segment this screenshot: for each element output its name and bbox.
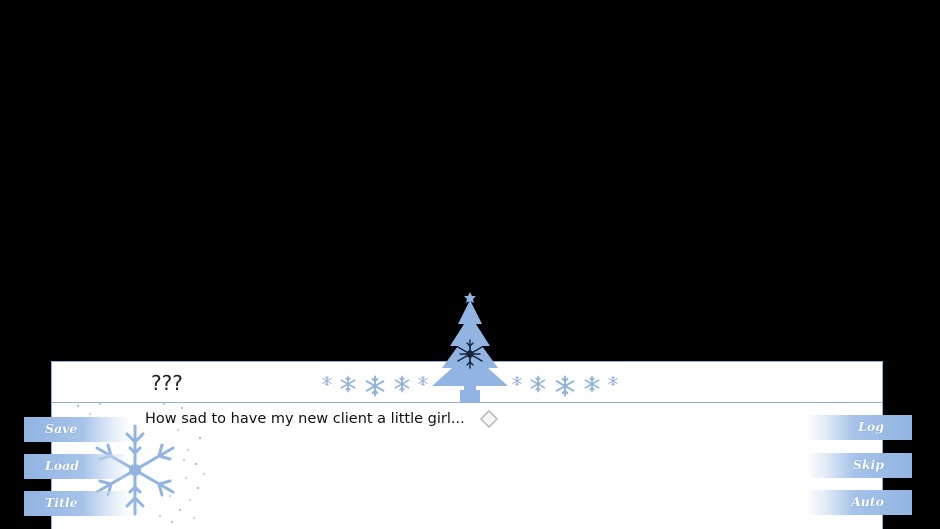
diamond-icon[interactable]	[480, 410, 498, 428]
skip-button[interactable]: Skip	[806, 453, 912, 478]
skip-label: Skip	[852, 457, 884, 472]
title-label: Title	[45, 495, 78, 510]
auto-label: Auto	[851, 494, 884, 509]
log-label: Log	[858, 419, 884, 434]
save-label: Save	[45, 421, 78, 436]
auto-button[interactable]: Auto	[806, 490, 912, 515]
load-label: Load	[45, 458, 79, 473]
title-button[interactable]: Title	[24, 491, 130, 516]
log-button[interactable]: Log	[806, 415, 912, 440]
load-button[interactable]: Load	[24, 454, 130, 479]
save-button[interactable]: Save	[24, 417, 130, 442]
christmas-tree-icon	[432, 292, 508, 402]
speaker-name: ???	[151, 371, 183, 395]
